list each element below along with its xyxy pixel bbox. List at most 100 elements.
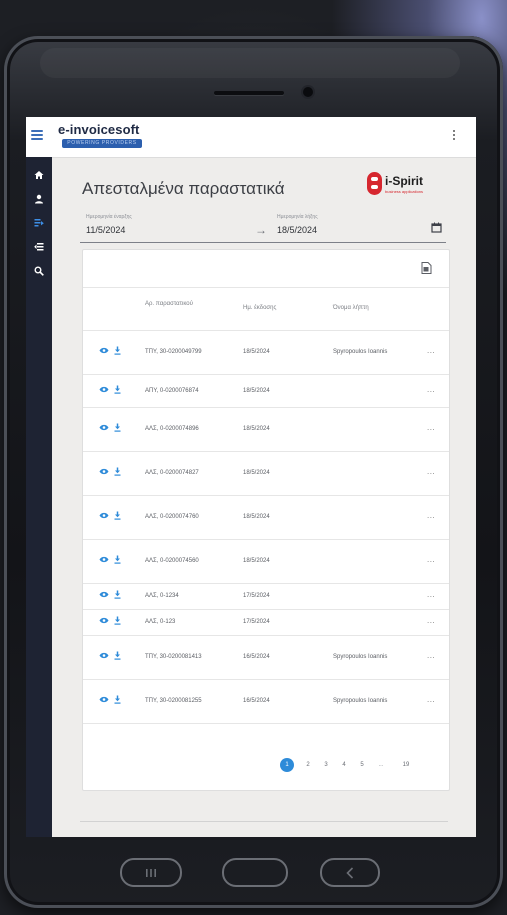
front-camera <box>303 87 313 97</box>
export-excel-icon[interactable] <box>421 262 432 274</box>
page-4-button[interactable]: 4 <box>337 758 351 772</box>
issue-date: 18/5/2024 <box>243 426 270 432</box>
eye-icon[interactable] <box>99 512 109 519</box>
download-icon[interactable] <box>114 695 121 704</box>
download-icon[interactable] <box>114 385 121 394</box>
eye-icon[interactable] <box>99 347 109 354</box>
document-number: ΤΠΥ, 30-0200081255 <box>145 698 202 704</box>
document-number: ΑΛΣ, 0-0200074760 <box>145 514 199 520</box>
sidebar-item-sent[interactable] <box>26 235 52 259</box>
download-icon[interactable] <box>114 467 121 476</box>
row-actions <box>99 466 127 478</box>
download-icon[interactable] <box>114 423 121 432</box>
download-icon[interactable] <box>114 651 121 660</box>
calendar-icon[interactable] <box>431 222 442 233</box>
sidebar-item-search[interactable] <box>26 259 52 283</box>
row-actions <box>99 694 127 706</box>
sidebar-item-home[interactable] <box>26 163 52 187</box>
page-3-button[interactable]: 3 <box>319 758 333 772</box>
eye-icon[interactable] <box>99 617 109 624</box>
document-number: ΑΛΣ, 0-123 <box>145 619 176 625</box>
table-row[interactable]: ΑΛΣ, 0-0200074896 18/5/2024... <box>83 407 449 452</box>
start-date-value[interactable]: 11/5/2024 <box>86 225 125 235</box>
download-icon[interactable] <box>114 555 121 564</box>
column-header-date[interactable]: Ημ. έκδοσης <box>243 304 276 312</box>
hamburger-menu-icon[interactable] <box>31 130 43 142</box>
home-button[interactable] <box>222 858 288 887</box>
document-number: ΑΛΣ, 0-0200074827 <box>145 470 199 476</box>
table-row[interactable]: ΑΛΣ, 0-0200074760 18/5/2024... <box>83 495 449 540</box>
row-actions <box>99 422 127 434</box>
start-date-label: Ημερομηνία έναρξης <box>86 214 132 220</box>
row-more-button[interactable]: ... <box>427 555 435 564</box>
eye-icon[interactable] <box>99 556 109 563</box>
eye-icon[interactable] <box>99 424 109 431</box>
row-more-button[interactable]: ... <box>427 590 435 599</box>
column-header-doc[interactable]: Αρ. παραστατικού <box>145 300 205 308</box>
issue-date: 18/5/2024 <box>243 349 270 355</box>
table-row[interactable]: ΑΛΣ, 0-123 17/5/2024... <box>83 609 449 636</box>
table-row[interactable]: ΤΠΥ, 30-0200081255 16/5/2024 Spyropoulos I… <box>83 679 449 724</box>
row-actions <box>99 650 127 662</box>
more-options-icon[interactable] <box>452 130 456 144</box>
document-number: ΑΛΣ, 0-1234 <box>145 593 179 599</box>
brand-mark-icon <box>367 172 382 195</box>
app-logo-tagline: POWERING PROVIDERS <box>62 139 142 148</box>
page-5-button[interactable]: 5 <box>355 758 369 772</box>
download-icon[interactable] <box>114 511 121 520</box>
issue-date: 18/5/2024 <box>243 558 270 564</box>
document-number: ΑΛΣ, 0-0200074560 <box>145 558 199 564</box>
download-icon[interactable] <box>114 346 121 355</box>
date-range-filter[interactable]: Ημερομηνία έναρξης 11/5/2024 → Ημερομηνί… <box>80 212 446 243</box>
table-row[interactable]: ΑΛΣ, 0-0200074560 18/5/2024... <box>83 539 449 584</box>
eye-icon[interactable] <box>99 591 109 598</box>
page-2-button[interactable]: 2 <box>301 758 315 772</box>
row-actions <box>99 615 127 627</box>
row-more-button[interactable]: ... <box>427 423 435 432</box>
issue-date: 16/5/2024 <box>243 698 270 704</box>
row-more-button[interactable]: ... <box>427 616 435 625</box>
issue-date: 17/5/2024 <box>243 593 270 599</box>
issue-date: 16/5/2024 <box>243 654 270 660</box>
download-icon[interactable] <box>114 616 121 625</box>
row-more-button[interactable]: ... <box>427 651 435 660</box>
page-1-button[interactable]: 1 <box>280 758 294 772</box>
eye-icon[interactable] <box>99 696 109 703</box>
row-actions <box>99 589 127 601</box>
user-icon <box>35 194 43 204</box>
recent-apps-button[interactable] <box>120 858 182 887</box>
invoice-icon <box>34 219 44 227</box>
back-button[interactable] <box>320 858 380 887</box>
divider <box>80 821 448 822</box>
issue-date: 17/5/2024 <box>243 619 270 625</box>
column-header-recipient[interactable]: Όνομα λήπτη <box>333 304 369 312</box>
eye-icon[interactable] <box>99 652 109 659</box>
row-more-button[interactable]: ... <box>427 385 435 394</box>
table-row[interactable]: ΑΛΣ, 0-1234 17/5/2024... <box>83 583 449 610</box>
sidebar-item-invoices[interactable] <box>26 211 52 235</box>
end-date-value[interactable]: 18/5/2024 <box>277 225 317 235</box>
eye-icon[interactable] <box>99 386 109 393</box>
table-row[interactable]: ΑΠΥ, 0-0200076874 18/5/2024... <box>83 374 449 408</box>
table-row[interactable]: ΤΠΥ, 30-0200049799 18/5/2024 Spyropoulos I… <box>83 330 449 375</box>
page-last-button[interactable]: 19 <box>399 758 413 772</box>
issue-date: 18/5/2024 <box>243 470 270 476</box>
page-ellipsis: ... <box>378 762 384 768</box>
sidebar-item-profile[interactable] <box>26 187 52 211</box>
table-row[interactable]: ΑΛΣ, 0-0200074827 18/5/2024... <box>83 451 449 496</box>
row-more-button[interactable]: ... <box>427 695 435 704</box>
eye-icon[interactable] <box>99 468 109 475</box>
row-actions <box>99 510 127 522</box>
screen: e-invoicesoft POWERING PROVIDERS Απεσταλ… <box>26 117 476 837</box>
bezel-highlight <box>40 48 460 78</box>
row-more-button[interactable]: ... <box>427 467 435 476</box>
recipient-name: Spyropoulos Ioannis <box>333 698 388 704</box>
table-row[interactable]: ΤΠΥ, 30-0200081413 16/5/2024 Spyropoulos I… <box>83 635 449 680</box>
download-icon[interactable] <box>114 590 121 599</box>
row-more-button[interactable]: ... <box>427 511 435 520</box>
search-icon <box>34 266 44 276</box>
page-title: Απεσταλμένα παραστατικά <box>82 179 285 198</box>
app-logo[interactable]: e-invoicesoft <box>58 122 139 137</box>
row-more-button[interactable]: ... <box>427 346 435 355</box>
home-icon <box>34 171 44 179</box>
